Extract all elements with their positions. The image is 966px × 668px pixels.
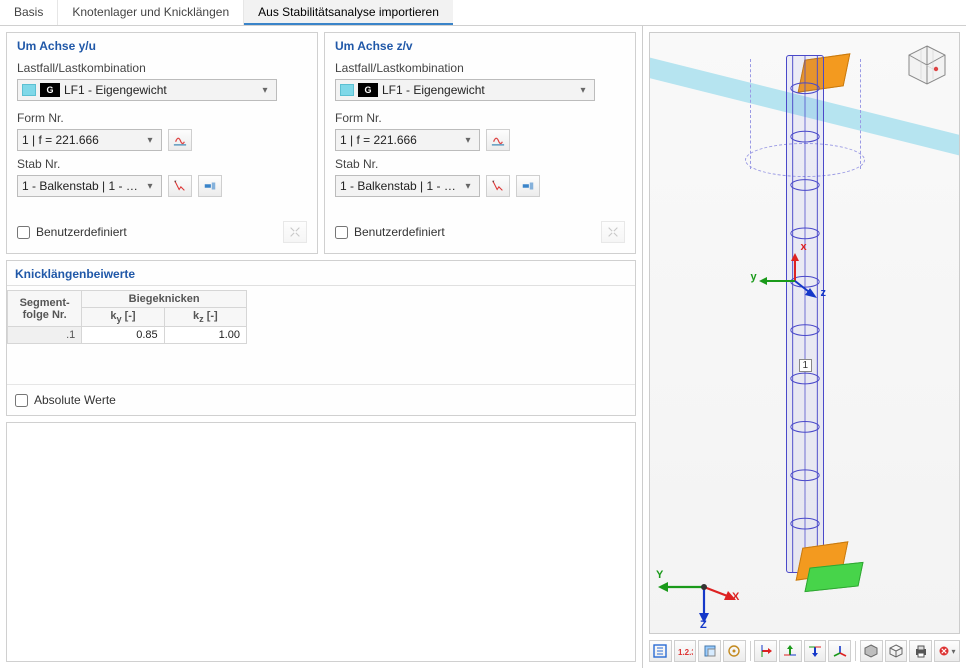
combo-form-y[interactable]: 1 | f = 221.666 ▾ <box>17 129 162 151</box>
cell-segment: .1 <box>8 327 82 344</box>
label-lastfall: Lastfall/Lastkombination <box>17 61 307 75</box>
checkbox-label: Benutzerdefiniert <box>36 225 127 239</box>
col-kz: kz [-] <box>164 308 246 327</box>
member-info-button[interactable] <box>198 175 222 197</box>
chevron-down-icon: ▾ <box>143 181 157 192</box>
combo-lastfall-y[interactable]: G LF1 - Eigengewicht ▾ <box>17 79 277 101</box>
chevron-down-icon: ▾ <box>143 135 157 146</box>
panel-title: Um Achse z/v <box>335 39 625 53</box>
node-number-label: 1 <box>799 359 813 372</box>
support-plate <box>804 562 863 592</box>
viewtool-view-z[interactable] <box>804 640 827 662</box>
local-axes-icon <box>755 251 835 311</box>
viewtool-display-settings[interactable] <box>649 640 672 662</box>
checkbox-label: Benutzerdefiniert <box>354 225 445 239</box>
separator <box>855 641 856 661</box>
combo-stab-z[interactable]: 1 - Balkenstab | 1 - K... ▾ <box>335 175 480 197</box>
panel-knicklaengen: Knicklängenbeiwerte Segment- folge Nr. B… <box>6 260 636 416</box>
show-mode-shape-button[interactable] <box>168 129 192 151</box>
member-info-button[interactable] <box>516 175 540 197</box>
label-stab: Stab Nr. <box>17 157 307 171</box>
loadcase-type-badge: G <box>40 83 60 97</box>
combo-lastfall-z[interactable]: G LF1 - Eigengewicht ▾ <box>335 79 595 101</box>
panel-title: Knicklängenbeiwerte <box>7 261 635 286</box>
checkbox-label: Absolute Werte <box>34 393 116 407</box>
tab-basis[interactable]: Basis <box>0 0 58 25</box>
comment-box[interactable] <box>6 422 636 662</box>
global-x-label: X <box>732 591 739 603</box>
viewtool-show-results[interactable] <box>723 640 746 662</box>
combo-stab-y[interactable]: 1 - Balkenstab | 1 - K... ▾ <box>17 175 162 197</box>
checkbox-user-defined-z[interactable]: Benutzerdefiniert <box>335 225 445 239</box>
chevron-down-icon: ▾ <box>258 85 272 96</box>
tab-knotenlager[interactable]: Knotenlager und Knicklängen <box>58 0 244 25</box>
chevron-down-icon: ▾ <box>576 85 590 96</box>
chevron-down-icon: ▾ <box>461 135 475 146</box>
viewtool-view-y[interactable] <box>779 640 802 662</box>
viewtool-close[interactable]: ▾ <box>934 640 960 662</box>
tab-strip: Basis Knotenlager und Knicklängen Aus St… <box>0 0 966 26</box>
panel-axis-y: Um Achse y/u Lastfall/Lastkombination G … <box>6 32 318 254</box>
show-mode-shape-button[interactable] <box>486 129 510 151</box>
pick-member-button[interactable] <box>168 175 192 197</box>
cell-kz[interactable]: 1.00 <box>164 327 246 344</box>
checkbox-absolute-werte[interactable]: Absolute Werte <box>15 393 627 407</box>
checkbox-input[interactable] <box>15 394 28 407</box>
viewtool-view-iso[interactable] <box>828 640 851 662</box>
pick-member-button[interactable] <box>486 175 510 197</box>
3d-view-panel: x y z 1 Y X Z <box>642 26 966 668</box>
table-knick: Segment- folge Nr. Biegeknicken ky [-] k… <box>7 290 247 344</box>
expand-button-y <box>283 221 307 243</box>
label-lastfall: Lastfall/Lastkombination <box>335 61 625 75</box>
combo-text: 1 - Balkenstab | 1 - K... <box>340 179 457 193</box>
checkbox-user-defined-y[interactable]: Benutzerdefiniert <box>17 225 127 239</box>
viewtool-numbering[interactable]: 1.2.3 <box>674 640 697 662</box>
separator <box>750 641 751 661</box>
col-segment: Segment- <box>20 297 70 309</box>
viewtool-transparency[interactable] <box>698 640 721 662</box>
global-z-label: Z <box>700 619 707 631</box>
table-row[interactable]: .1 0.85 1.00 <box>8 327 247 344</box>
loadcase-type-badge: G <box>358 83 378 97</box>
3d-viewport[interactable]: x y z 1 Y X Z <box>649 32 960 634</box>
viewtool-wire[interactable] <box>885 640 908 662</box>
column-member[interactable] <box>786 55 824 573</box>
local-z-label: z <box>821 287 827 299</box>
cell-ky[interactable]: 0.85 <box>82 327 164 344</box>
combo-text: 1 | f = 221.666 <box>22 133 139 147</box>
combo-text: LF1 - Eigengewicht <box>64 83 254 97</box>
buckling-vline <box>750 59 751 169</box>
viewtool-print[interactable] <box>909 640 932 662</box>
global-axes-icon <box>656 547 746 627</box>
loadcase-color-swatch <box>22 84 36 96</box>
svg-text:1.2.3: 1.2.3 <box>678 648 693 657</box>
combo-text: 1 | f = 221.666 <box>340 133 457 147</box>
view-toolbar: 1.2.3 ▾ <box>643 640 966 668</box>
label-form: Form Nr. <box>17 111 307 125</box>
chevron-down-icon: ▾ <box>461 181 475 192</box>
viewtool-solid[interactable] <box>860 640 883 662</box>
checkbox-input[interactable] <box>335 226 348 239</box>
panel-title: Um Achse y/u <box>17 39 307 53</box>
label-form: Form Nr. <box>335 111 625 125</box>
panel-axis-z: Um Achse z/v Lastfall/Lastkombination G … <box>324 32 636 254</box>
col-segment2: folge Nr. <box>23 309 67 321</box>
local-y-label: y <box>751 271 757 283</box>
combo-form-z[interactable]: 1 | f = 221.666 ▾ <box>335 129 480 151</box>
checkbox-input[interactable] <box>17 226 30 239</box>
buckling-vline <box>860 59 861 169</box>
local-x-label: x <box>801 241 807 253</box>
tab-stability-import[interactable]: Aus Stabilitätsanalyse importieren <box>244 0 453 25</box>
combo-text: LF1 - Eigengewicht <box>382 83 572 97</box>
expand-button-z <box>601 221 625 243</box>
col-ky: ky [-] <box>82 308 164 327</box>
label-stab: Stab Nr. <box>335 157 625 171</box>
view-cube[interactable] <box>905 43 949 87</box>
global-y-label: Y <box>656 569 663 581</box>
combo-text: 1 - Balkenstab | 1 - K... <box>22 179 139 193</box>
loadcase-color-swatch <box>340 84 354 96</box>
viewtool-view-x[interactable] <box>754 640 777 662</box>
col-biegeknicken: Biegeknicken <box>82 291 247 308</box>
